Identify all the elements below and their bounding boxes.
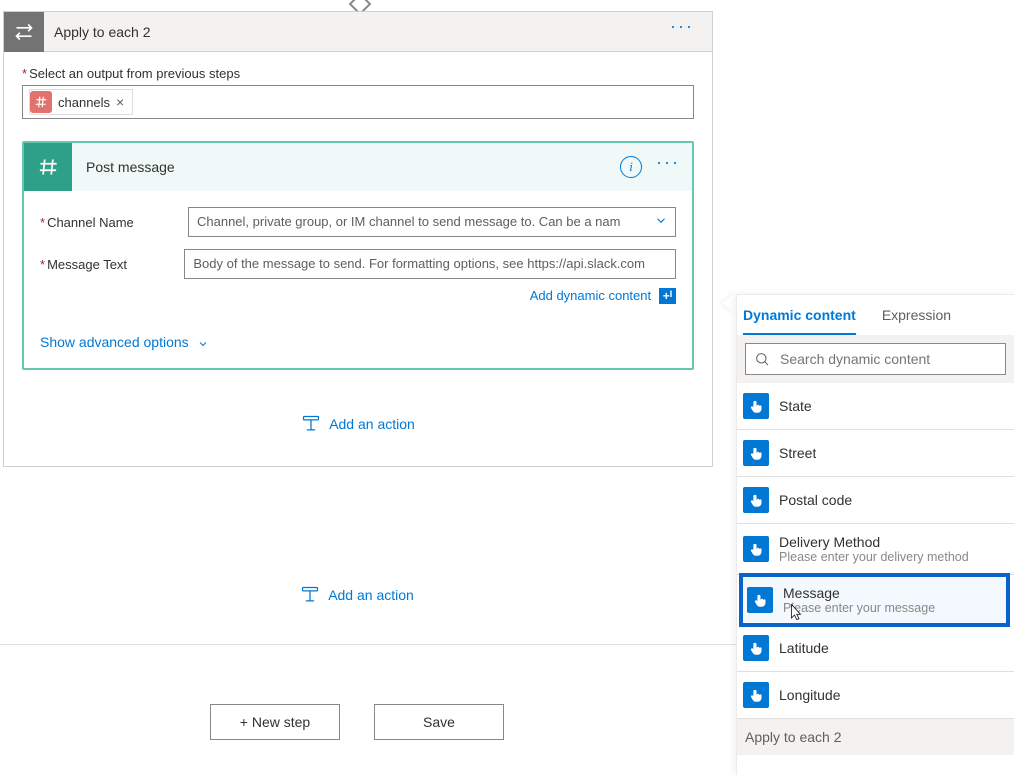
add-action-inner-button[interactable]: Add an action xyxy=(22,414,694,434)
dynamic-content-item[interactable]: State xyxy=(737,383,1014,430)
callout-arrow-icon xyxy=(722,292,736,314)
cursor-icon xyxy=(787,601,805,626)
dynamic-content-section-header: Apply to each 2 xyxy=(737,719,1014,755)
touch-icon xyxy=(743,536,769,562)
dynamic-content-item-title: Message xyxy=(783,585,935,601)
post-message-menu-button[interactable]: ··· xyxy=(656,152,680,173)
dynamic-content-item[interactable]: Street xyxy=(737,430,1014,477)
touch-icon xyxy=(743,393,769,419)
channel-name-input[interactable]: Channel, private group, or IM channel to… xyxy=(188,207,676,237)
foreach-header[interactable]: Apply to each 2 ··· xyxy=(4,12,712,52)
info-icon[interactable]: i xyxy=(620,156,642,178)
save-button[interactable]: Save xyxy=(374,704,504,740)
dynamic-content-search-input[interactable] xyxy=(778,350,997,368)
touch-icon xyxy=(743,682,769,708)
add-action-outer-button[interactable]: Add an action xyxy=(0,585,714,605)
channels-token[interactable]: channels × xyxy=(29,89,133,115)
touch-icon xyxy=(743,440,769,466)
dynamic-content-item-title: State xyxy=(779,398,812,414)
dynamic-content-item-subtitle: Please enter your delivery method xyxy=(779,550,969,564)
tab-dynamic-content[interactable]: Dynamic content xyxy=(743,307,856,335)
loop-icon xyxy=(4,12,44,52)
dynamic-content-item[interactable]: Longitude xyxy=(737,672,1014,719)
dynamic-content-item-subtitle: Please enter your message xyxy=(783,601,935,615)
message-text-label: Message Text xyxy=(40,257,184,272)
add-dynamic-content-link[interactable]: Add dynamic content xyxy=(530,288,651,303)
dynamic-content-item[interactable]: Delivery MethodPlease enter your deliver… xyxy=(737,524,1014,575)
token-label: channels xyxy=(58,95,110,110)
dynamic-content-item-title: Longitude xyxy=(779,687,841,703)
output-token-field[interactable]: channels × xyxy=(22,85,694,119)
message-text-input[interactable]: Body of the message to send. For formatt… xyxy=(184,249,676,279)
slack-hash-icon xyxy=(24,143,72,191)
new-step-button[interactable]: + New step xyxy=(210,704,340,740)
show-advanced-options-link[interactable]: Show advanced options xyxy=(40,334,209,350)
hash-icon xyxy=(30,91,52,113)
dynamic-content-search[interactable] xyxy=(745,343,1006,375)
foreach-card: Apply to each 2 ··· Select an output fro… xyxy=(3,11,713,467)
channel-name-label: Channel Name xyxy=(40,215,188,230)
post-message-title: Post message xyxy=(86,159,620,175)
dynamic-content-item-title: Postal code xyxy=(779,492,852,508)
token-remove-icon[interactable]: × xyxy=(116,94,124,110)
dynamic-content-badge-icon[interactable]: +I xyxy=(659,288,676,304)
touch-icon xyxy=(743,487,769,513)
foreach-title: Apply to each 2 xyxy=(54,24,670,40)
dynamic-content-item-title: Latitude xyxy=(779,640,829,656)
output-label: Select an output from previous steps xyxy=(22,66,694,81)
touch-icon xyxy=(743,635,769,661)
post-message-header[interactable]: Post message i ··· xyxy=(24,143,692,191)
dynamic-content-panel: Dynamic content Expression State Street Po… xyxy=(736,294,1014,775)
dynamic-content-item[interactable]: Postal code xyxy=(737,477,1014,524)
dynamic-content-item-title: Delivery Method xyxy=(779,534,969,550)
chevron-down-icon[interactable] xyxy=(654,214,668,231)
dynamic-content-item-title: Street xyxy=(779,445,816,461)
post-message-card: Post message i ··· Channel Name Channel,… xyxy=(22,141,694,370)
search-icon xyxy=(754,351,770,367)
dynamic-content-item[interactable]: Latitude xyxy=(737,625,1014,672)
tab-expression[interactable]: Expression xyxy=(882,307,951,335)
foreach-menu-button[interactable]: ··· xyxy=(670,16,694,37)
touch-icon xyxy=(747,587,773,613)
dynamic-content-item[interactable]: MessagePlease enter your message xyxy=(739,573,1010,627)
